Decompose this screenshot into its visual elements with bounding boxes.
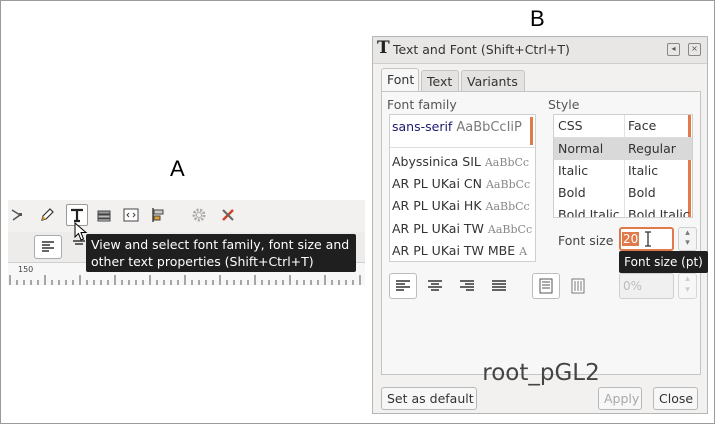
table-row[interactable]: Bold Bold — [554, 182, 692, 204]
tooltip-line-1: View and select font family, font size a… — [91, 237, 350, 252]
align-center-button[interactable] — [421, 273, 449, 299]
list-item[interactable]: AR PL UKai TW AaBbCc — [392, 221, 532, 236]
tool-controls-bar — [8, 200, 365, 232]
line-spacing-input[interactable]: 0% — [619, 273, 674, 299]
align-right-button[interactable] — [453, 273, 481, 299]
font-size-tooltip: Font size (pt) — [619, 251, 708, 273]
align-left-button[interactable] — [389, 273, 417, 299]
panel-label-a: A — [170, 156, 185, 181]
vertical-text-button[interactable] — [564, 273, 592, 299]
handle-icon — [8, 239, 12, 255]
text-cursor-icon — [645, 231, 651, 247]
style-label: Style — [548, 97, 580, 112]
family-divider — [390, 147, 535, 148]
tab-variants[interactable]: Variants — [461, 70, 525, 92]
tab-text[interactable]: Text — [421, 70, 459, 92]
font-size-input[interactable]: 20 — [619, 227, 674, 251]
family-scrollbar[interactable] — [530, 117, 533, 145]
node-tool-icon[interactable] — [8, 206, 26, 224]
tooltip-line-2: other text properties (Shift+Ctrl+T) — [91, 254, 314, 269]
list-item[interactable]: AR PL UKai HK AaBbCc — [392, 198, 530, 213]
xml-editor-icon[interactable] — [122, 206, 140, 224]
table-row[interactable]: Bold Italic Bold Italic — [554, 204, 692, 217]
pencil-icon[interactable] — [38, 206, 56, 224]
selected-font-family[interactable]: sans-serif AaBbCcIiP — [392, 119, 522, 135]
style-header-row: CSS Face — [554, 115, 692, 138]
align-icon[interactable] — [149, 206, 167, 224]
font-size-stepper[interactable]: ▴ ▾ — [678, 227, 697, 251]
line-spacing-stepper[interactable]: ▴ ▾ — [678, 273, 697, 299]
font-size-value: 20 — [622, 232, 640, 246]
justify-button[interactable] — [485, 273, 513, 299]
gear-icon[interactable] — [190, 206, 208, 224]
align-left-button[interactable] — [34, 235, 62, 259]
horizontal-text-button[interactable] — [532, 273, 560, 299]
close-button[interactable]: Close — [653, 387, 698, 410]
iconify-icon[interactable]: ◂ — [667, 43, 680, 56]
table-row[interactable]: Normal Regular — [554, 138, 692, 160]
font-preview: root_pGL2 — [482, 360, 600, 386]
text-tool-tooltip: View and select font family, font size a… — [86, 234, 356, 272]
selected-family-name: sans-serif — [392, 119, 453, 134]
list-item[interactable]: AR PL UKai CN AaBbCc — [392, 176, 530, 191]
panel-label-b: B — [530, 6, 545, 31]
list-item[interactable]: Abyssinica SIL AaBbCc — [392, 154, 529, 169]
mouse-pointer-icon — [74, 221, 88, 246]
close-icon[interactable]: × — [688, 43, 701, 56]
font-family-list[interactable]: sans-serif AaBbCcIiP Abyssinica SIL AaBb… — [389, 114, 536, 262]
tab-font[interactable]: Font — [381, 68, 419, 92]
selected-family-preview: AaBbCcIiP — [456, 120, 522, 135]
ruler-number: 150 — [18, 265, 34, 274]
dialog-titlebar: T Text and Font (Shift+Ctrl+T) ◂ × — [373, 37, 707, 64]
font-family-label: Font family — [387, 97, 457, 112]
set-as-default-button[interactable]: Set as default — [381, 387, 477, 410]
font-tab-panel: Font family sans-serif AaBbCcIiP Abyssin… — [381, 91, 701, 386]
layers-icon[interactable] — [95, 206, 113, 224]
tools-icon[interactable] — [219, 206, 237, 224]
text-and-font-dialog: T Text and Font (Shift+Ctrl+T) ◂ × Font … — [372, 36, 708, 414]
font-size-label: Font size — [558, 233, 614, 248]
apply-button[interactable]: Apply — [598, 387, 642, 410]
table-row[interactable]: Italic Italic — [554, 160, 692, 182]
list-item[interactable]: AR PL UKai TW MBE A — [392, 243, 527, 258]
text-font-icon: T — [377, 38, 390, 58]
style-table[interactable]: CSS Face Normal Regular Italic Italic Bo… — [553, 114, 693, 218]
dialog-title: Text and Font (Shift+Ctrl+T) — [393, 42, 570, 57]
